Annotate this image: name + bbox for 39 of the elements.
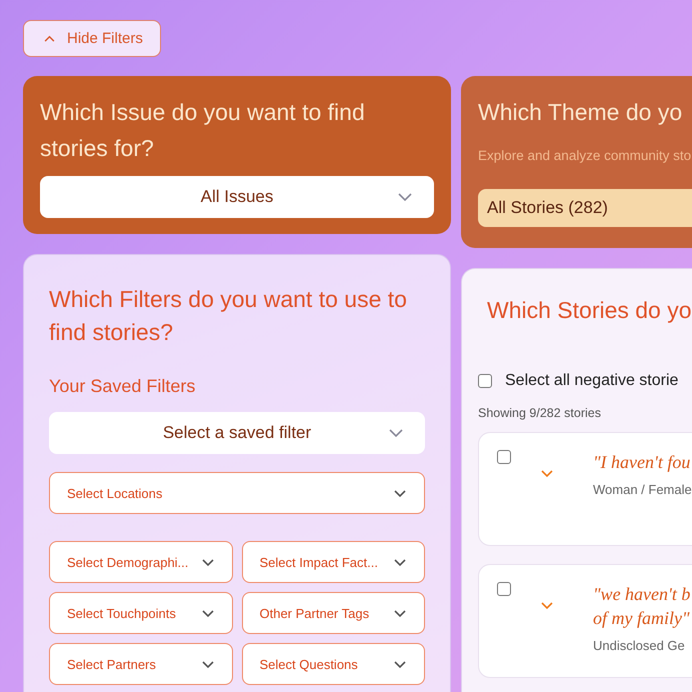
story-count: Showing 9/282 stories	[478, 406, 602, 420]
chevron-down-icon	[389, 429, 403, 437]
story-meta: Undisclosed Ge	[593, 638, 686, 653]
chevron-down-icon	[394, 610, 406, 616]
chevron-down-icon	[394, 558, 406, 566]
story-quote: of my family"	[593, 607, 690, 630]
hide-filters-button[interactable]: Hide Filters	[23, 20, 161, 57]
checkbox[interactable]	[497, 582, 511, 596]
checkbox[interactable]	[478, 374, 492, 388]
chevron-down-icon	[202, 558, 214, 566]
filter-dropdown[interactable]: Select Partners	[49, 643, 232, 685]
chevron-down-icon[interactable]	[541, 602, 553, 609]
panel-title: Which Filters do you want to use to find stories?	[49, 285, 408, 347]
theme-option[interactable]: All Stories (282)	[478, 189, 692, 227]
panel-title: Which Stories do yo	[486, 297, 692, 324]
filter-dropdown[interactable]: Other Partner Tags	[242, 592, 425, 634]
issue-dropdown[interactable]: All Issues	[40, 176, 434, 218]
caret-up-icon	[44, 35, 55, 42]
chevron-down-icon	[394, 660, 406, 668]
panel-subtitle: Explore and analyze community sto	[478, 148, 692, 163]
filter-dropdown[interactable]: Select Demographi...	[49, 541, 232, 583]
filter-dropdown[interactable]: Select Questions	[242, 643, 425, 685]
story-quote: "I haven't fou	[593, 451, 692, 474]
chevron-down-icon	[394, 490, 406, 496]
saved-filter-dropdown[interactable]: Select a saved filter	[49, 412, 425, 454]
section-label: Your Saved Filters	[49, 376, 196, 397]
filter-dropdown[interactable]: Select Locations	[49, 472, 425, 514]
checkbox[interactable]	[497, 450, 511, 464]
chevron-down-icon	[398, 193, 412, 201]
checkbox-label: Select all negative storie	[505, 372, 678, 390]
panel-title: Which Issue do you want to find stories for?	[40, 98, 366, 163]
panel-title: Which Theme do yo	[478, 98, 684, 127]
chevron-down-icon	[202, 660, 214, 668]
chevron-down-icon[interactable]	[541, 470, 553, 477]
chevron-down-icon	[202, 610, 214, 616]
filter-dropdown[interactable]: Select Impact Fact...	[242, 541, 425, 583]
story-quote: "we haven't b	[593, 583, 690, 606]
story-meta: Woman / Female	[593, 482, 692, 497]
filter-dropdown[interactable]: Select Touchpoints	[49, 592, 232, 634]
